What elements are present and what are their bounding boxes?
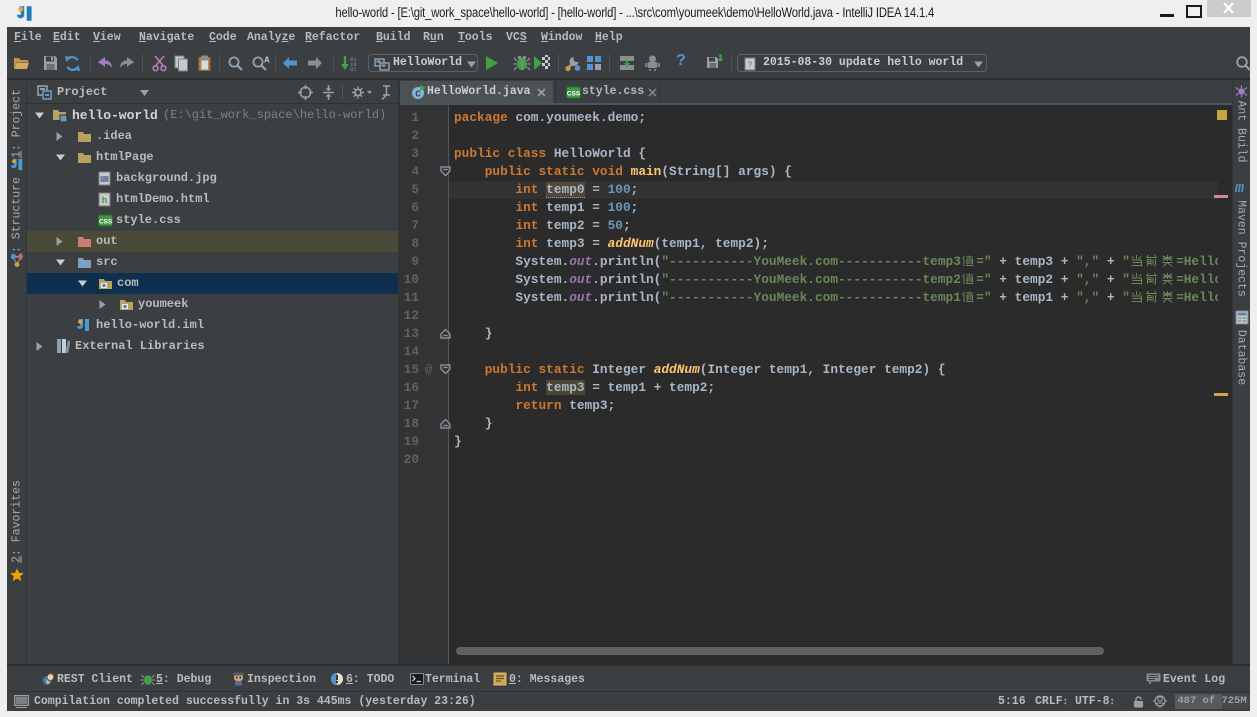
- svg-text:CSS: CSS: [99, 219, 113, 226]
- svg-text:C: C: [415, 90, 421, 100]
- svg-text:CSS: CSS: [567, 91, 581, 98]
- svg-text:A: A: [264, 56, 270, 65]
- svg-text:h: h: [102, 196, 107, 206]
- svg-text:01: 01: [350, 66, 357, 73]
- svg-text:?: ?: [748, 61, 753, 70]
